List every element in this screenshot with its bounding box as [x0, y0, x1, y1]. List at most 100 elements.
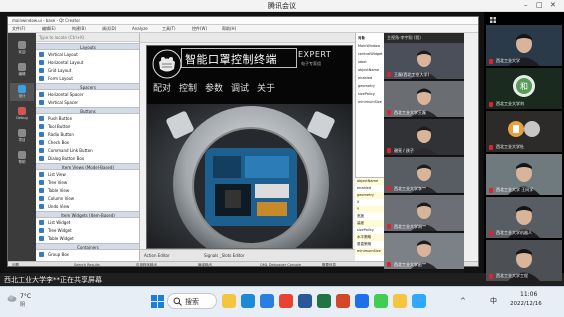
form-nav-item[interactable]: 关于: [257, 81, 275, 94]
qt-mode-button[interactable]: Debug: [10, 105, 34, 123]
word-icon[interactable]: [298, 294, 312, 308]
widget-list-item[interactable]: Undo View: [36, 203, 139, 210]
qt-output-tab[interactable]: QML Debugger Console: [260, 263, 301, 266]
strip-video-tile[interactable]: 西北工业大学机器人: [486, 197, 562, 238]
qt-creator-icon[interactable]: [374, 294, 388, 308]
qt-mode-button[interactable]: 项目: [10, 127, 34, 145]
widget-list-item[interactable]: Command Link Button: [36, 147, 139, 154]
widget-list-item[interactable]: Radio Button: [36, 131, 139, 138]
qt-menu-item[interactable]: 调试(D): [102, 26, 116, 32]
file-explorer-icon[interactable]: [222, 294, 236, 308]
grid-view-icon[interactable]: [490, 17, 496, 23]
qt-mode-button[interactable]: 欢迎: [10, 39, 34, 57]
qt-output-tab[interactable]: Search Results: [74, 263, 100, 266]
qt-menu-item[interactable]: 编辑(E): [42, 26, 56, 32]
widget-list-item[interactable]: Dialog Button Box: [36, 155, 139, 162]
qt-output-tab[interactable]: 概要信息: [322, 263, 336, 266]
clock-date[interactable]: 2022/12/16: [510, 301, 542, 307]
object-inspector-item[interactable]: 对象: [358, 36, 365, 41]
form-bottom-tab[interactable]: Signals _Slots Editor: [204, 253, 245, 258]
widget-list-item[interactable]: Tool Button: [36, 123, 139, 130]
object-inspector-item[interactable]: minimumSize: [358, 100, 382, 104]
gallery-video-tile[interactable]: 西北工业大学赵**: [384, 233, 464, 270]
widget-filter-input[interactable]: Type to locate (Ctrl+K): [39, 35, 84, 40]
qt-menu-item[interactable]: Analyze: [132, 26, 148, 31]
qt-output-tab[interactable]: 问题: [12, 263, 19, 266]
widget-list-item[interactable]: Vertical Layout: [36, 51, 139, 58]
strip-video-tile[interactable]: 和西北工业大学刘: [486, 68, 562, 109]
widget-category-header[interactable]: Containers: [36, 243, 139, 250]
widget-list-item[interactable]: Grid Layout: [36, 67, 139, 74]
widget-category-header[interactable]: Item Widgets (Item-Based): [36, 211, 139, 218]
maximize-icon[interactable]: □: [536, 1, 543, 9]
store-icon[interactable]: [260, 294, 274, 308]
cloud-icon[interactable]: [7, 294, 17, 302]
strip-video-tile[interactable]: 西北工业大学杜: [486, 111, 562, 152]
object-inspector-item[interactable]: sizePolicy: [358, 92, 375, 96]
windows-start-icon[interactable]: [151, 295, 164, 308]
widget-box-filter[interactable]: Type to locate (Ctrl+K): [36, 33, 139, 42]
object-inspector-item[interactable]: label: [358, 60, 366, 64]
widget-list-item[interactable]: Tree View: [36, 179, 139, 186]
gallery-video-tile[interactable]: 王磊(西北工业大学): [384, 43, 464, 80]
qt-menu-item[interactable]: 工具(T): [162, 26, 176, 32]
widget-list-item[interactable]: Form Layout: [36, 75, 139, 82]
gallery-video-tile[interactable]: 西北工业大学胡**: [384, 195, 464, 232]
strip-video-tile[interactable]: 西北工业大学: [486, 25, 562, 66]
widget-list-item[interactable]: List Widget: [36, 219, 139, 226]
widget-list-item[interactable]: Check Box: [36, 139, 139, 146]
taskbar-search[interactable]: 搜索: [167, 293, 217, 309]
object-inspector-item[interactable]: enabled: [358, 76, 372, 80]
widget-list-item[interactable]: Push Button: [36, 115, 139, 122]
qt-menu-item[interactable]: 控件(W): [192, 26, 207, 32]
qt-menu-item[interactable]: 构建(B): [72, 26, 86, 32]
object-inspector-item[interactable]: MainWindow: [358, 44, 380, 48]
gallery-video-tile[interactable]: 西北工业大学王磊: [384, 81, 464, 118]
object-inspector-item[interactable]: centralWidget: [358, 52, 383, 56]
qt-menu-item[interactable]: 文件(F): [12, 26, 25, 32]
qt-mode-button[interactable]: 设计: [10, 83, 34, 101]
qt-mode-button[interactable]: 编辑: [10, 61, 34, 79]
photoshop-icon[interactable]: [412, 294, 426, 308]
form-bottom-tab[interactable]: Action Editor: [144, 253, 170, 258]
widget-list-item[interactable]: Horizontal Layout: [36, 59, 139, 66]
qt-mode-button[interactable]: 帮助: [10, 149, 34, 167]
weather-temperature[interactable]: 7°C: [20, 293, 31, 300]
edge-icon[interactable]: [241, 294, 255, 308]
folder-icon[interactable]: [393, 294, 407, 308]
form-nav-item[interactable]: 调试: [231, 81, 249, 94]
powerpoint-icon[interactable]: [336, 294, 350, 308]
object-inspector-item[interactable]: geometry: [358, 84, 375, 88]
widget-list-item[interactable]: List View: [36, 171, 139, 178]
clock-time[interactable]: 11:06: [520, 291, 537, 298]
widget-list-item[interactable]: Table Widget: [36, 235, 139, 242]
widget-category-header[interactable]: Buttons: [36, 107, 139, 114]
widget-list-item[interactable]: Vertical Spacer: [36, 99, 139, 106]
excel-icon[interactable]: [317, 294, 331, 308]
widget-category-header[interactable]: Spacers: [36, 83, 139, 90]
widget-list-item[interactable]: Group Box: [36, 251, 139, 258]
form-nav-item[interactable]: 控制: [179, 81, 197, 94]
weather-condition[interactable]: 阴: [20, 301, 25, 308]
qt-menu-item[interactable]: 帮助(H): [222, 26, 236, 32]
widget-category-header[interactable]: Item Views (Model-Based): [36, 163, 139, 170]
minimize-icon[interactable]: –: [524, 1, 528, 9]
widget-list-item[interactable]: Column View: [36, 195, 139, 202]
input-language[interactable]: 中: [490, 296, 497, 306]
gallery-video-tile[interactable]: 谢亮 / 孩子: [384, 119, 464, 156]
object-inspector-item[interactable]: objectName: [358, 68, 379, 72]
widget-category-header[interactable]: Layouts: [36, 43, 139, 50]
form-nav-item[interactable]: 参数: [205, 81, 223, 94]
tencent-meeting-icon[interactable]: [355, 294, 369, 308]
gallery-video-tile[interactable]: 西北工业大学李**: [384, 157, 464, 194]
close-icon[interactable]: ✕: [550, 1, 556, 9]
widget-list-item[interactable]: Tree Widget: [36, 227, 139, 234]
strip-video-tile[interactable]: 西北工业大学工程: [486, 240, 562, 281]
widget-list-item[interactable]: Horizontal Spacer: [36, 91, 139, 98]
widget-list-item[interactable]: Table View: [36, 187, 139, 194]
qt-output-tab[interactable]: 编译输出: [198, 263, 212, 266]
tray-overflow-icon[interactable]: ^: [460, 297, 466, 305]
qt-output-tab[interactable]: 应用程序输出: [136, 263, 157, 266]
chrome-icon[interactable]: [279, 294, 293, 308]
form-nav-item[interactable]: 配对: [153, 81, 171, 94]
